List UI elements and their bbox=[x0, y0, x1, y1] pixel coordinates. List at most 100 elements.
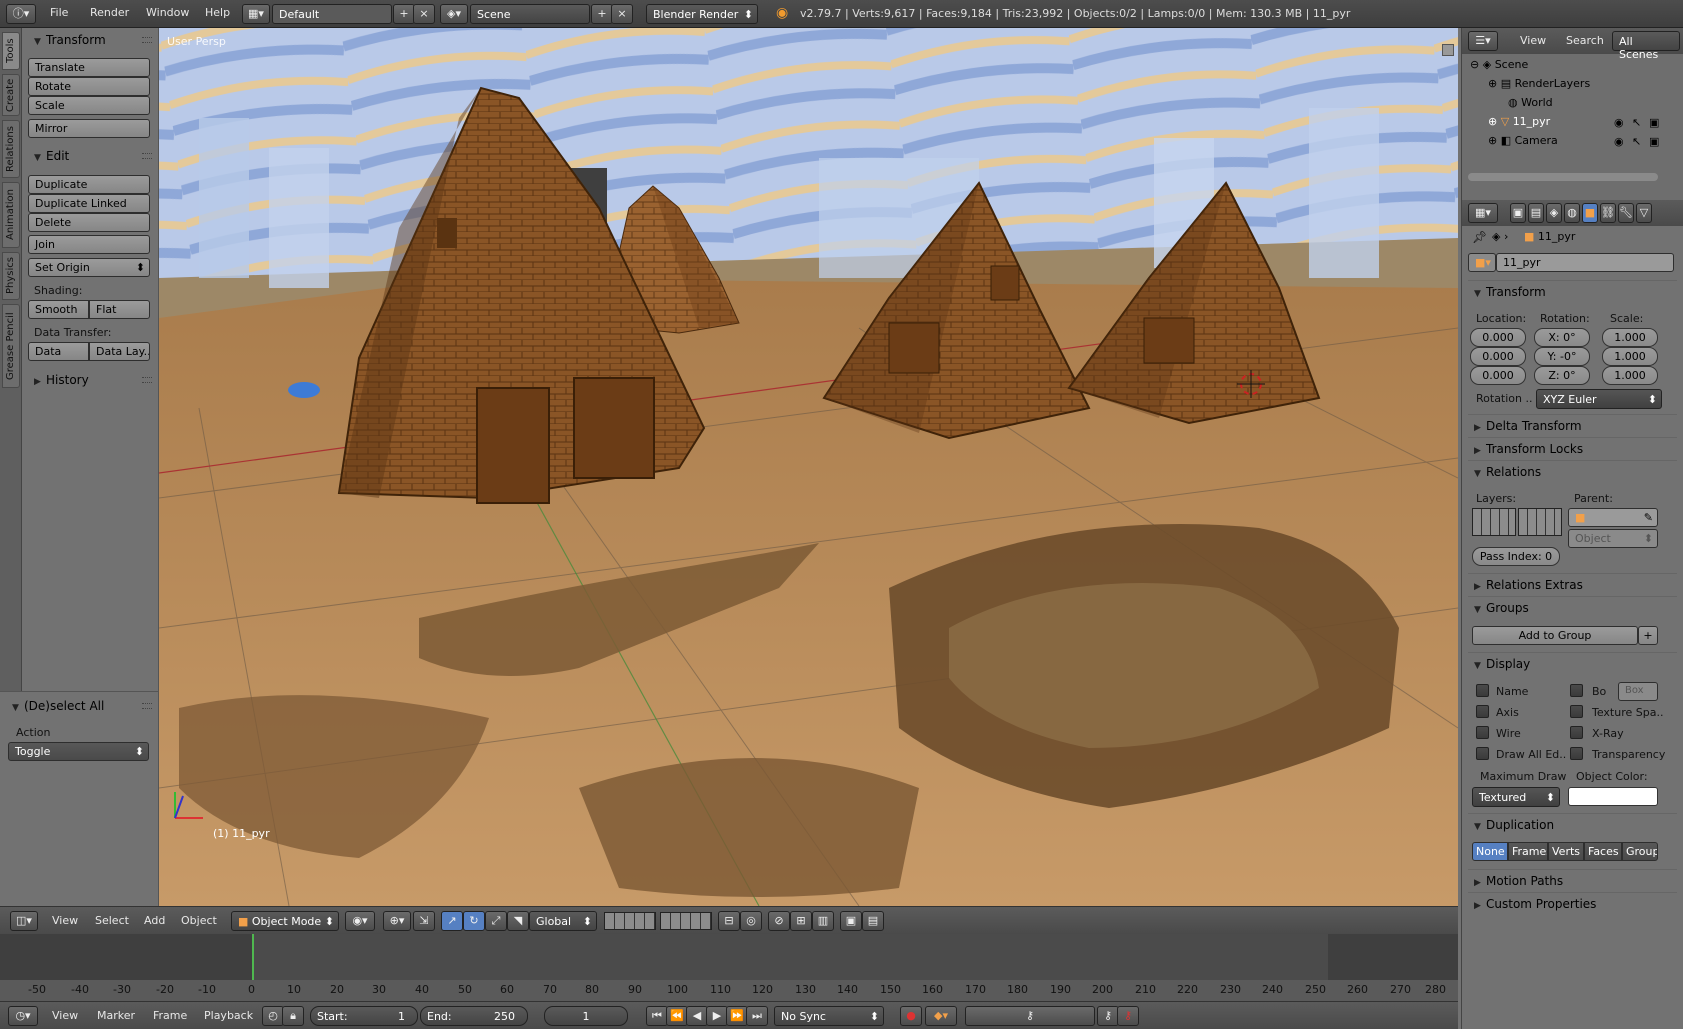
expand-icon[interactable]: ⊕ bbox=[1488, 115, 1501, 128]
menu-window[interactable]: Window bbox=[146, 6, 189, 19]
rotation-x-field[interactable]: X: 0° bbox=[1534, 328, 1590, 347]
history-panel-header[interactable]: ▶ History bbox=[26, 370, 154, 390]
object-tab-icon[interactable]: ■ bbox=[1582, 203, 1598, 223]
custom-properties-header[interactable]: ▶ Custom Properties bbox=[1468, 892, 1677, 914]
smooth-button[interactable]: Smooth bbox=[28, 300, 89, 319]
layer-lock-icon[interactable]: ⊟ bbox=[718, 911, 740, 931]
menu-marker[interactable]: Marker bbox=[97, 1009, 135, 1022]
properties-toggle-icon[interactable] bbox=[1442, 44, 1454, 56]
active-keying-set-field[interactable]: ⚷ bbox=[965, 1006, 1095, 1026]
visibility-eye-icon[interactable]: ◉ bbox=[1614, 135, 1624, 148]
transform-panel-header[interactable]: ▼ Transform bbox=[26, 30, 154, 50]
editor-type-timeline-icon[interactable]: ◷▾ bbox=[8, 1006, 38, 1026]
grip-icon[interactable] bbox=[142, 377, 152, 383]
layers-grid-a[interactable] bbox=[1472, 508, 1516, 536]
expand-icon[interactable]: ⊕ bbox=[1488, 77, 1501, 90]
transparency-checkbox[interactable] bbox=[1570, 747, 1583, 760]
bounds-type-dropdown[interactable]: Box bbox=[1618, 682, 1658, 701]
flat-button[interactable]: Flat bbox=[89, 300, 150, 319]
add-layout-icon[interactable]: + bbox=[393, 4, 415, 24]
tab-grease-pencil[interactable]: Grease Pencil bbox=[2, 304, 20, 388]
scale-x-field[interactable]: 1.000 bbox=[1602, 328, 1658, 347]
object-color-swatch[interactable] bbox=[1568, 787, 1658, 806]
scale-manipulator-icon[interactable]: ⤢ bbox=[485, 911, 507, 931]
dup-verts-button[interactable]: Verts bbox=[1548, 842, 1584, 861]
object-name-field[interactable]: 11_pyr bbox=[1496, 253, 1674, 272]
duplicate-button[interactable]: Duplicate bbox=[28, 175, 150, 194]
render-engine-selector[interactable]: Blender Render ⬍ bbox=[646, 4, 758, 24]
lock-range-icon[interactable]: 🔒︎ bbox=[282, 1006, 304, 1026]
keying-set-icon[interactable]: ◆▾ bbox=[925, 1006, 957, 1026]
relations-header[interactable]: ▼ Relations bbox=[1468, 460, 1677, 482]
wire-checkbox[interactable] bbox=[1476, 726, 1489, 739]
menu-file[interactable]: File bbox=[50, 6, 68, 19]
menu-render[interactable]: Render bbox=[90, 6, 129, 19]
sync-dropdown[interactable]: No Sync ⬍ bbox=[774, 1006, 884, 1026]
start-frame-field[interactable]: Start: 1 bbox=[310, 1006, 418, 1026]
grip-icon[interactable] bbox=[142, 153, 152, 159]
next-keyframe-icon[interactable]: ⏩ bbox=[726, 1006, 748, 1026]
editor-type-properties-icon[interactable]: ▦▾ bbox=[1468, 203, 1498, 223]
current-frame-marker[interactable] bbox=[252, 934, 254, 980]
tab-physics[interactable]: Physics bbox=[2, 252, 20, 300]
current-frame-field[interactable]: 1 bbox=[544, 1006, 628, 1026]
dup-none-button[interactable]: None bbox=[1472, 842, 1508, 861]
transform-locks-header[interactable]: ▶ Transform Locks bbox=[1468, 437, 1677, 459]
motion-paths-header[interactable]: ▶ Motion Paths bbox=[1468, 869, 1677, 891]
renderable-camera-icon[interactable]: ▣ bbox=[1649, 116, 1659, 129]
transform-panel-header[interactable]: ▼ Transform bbox=[1468, 280, 1677, 302]
tab-create[interactable]: Create bbox=[2, 74, 20, 116]
world-tab-icon[interactable]: ◍ bbox=[1564, 203, 1580, 223]
tab-relations[interactable]: Relations bbox=[2, 120, 20, 178]
render-opengl-icon[interactable]: ▣ bbox=[840, 911, 862, 931]
parent-type-dropdown[interactable]: Object ⬍ bbox=[1568, 529, 1658, 548]
location-y-field[interactable]: 0.000 bbox=[1470, 347, 1526, 366]
translate-button[interactable]: Translate bbox=[28, 58, 150, 77]
rotate-manipulator-icon[interactable]: ↻ bbox=[463, 911, 485, 931]
scene-icon[interactable]: ◈▾ bbox=[440, 4, 468, 24]
editor-type-info-button[interactable]: ⓘ▾ bbox=[6, 4, 36, 24]
renderlayers-tab-icon[interactable]: ▤ bbox=[1528, 203, 1544, 223]
duplicate-linked-button[interactable]: Duplicate Linked bbox=[28, 194, 150, 213]
visibility-eye-icon[interactable]: ◉ bbox=[1614, 116, 1624, 129]
editor-type-outliner-icon[interactable]: ☰▾ bbox=[1468, 31, 1498, 51]
duplication-header[interactable]: ▼ Duplication bbox=[1468, 813, 1677, 835]
texture-space-checkbox[interactable] bbox=[1570, 705, 1583, 718]
outliner-item-camera[interactable]: ⊕ ◧ Camera bbox=[1488, 134, 1558, 147]
delete-button[interactable]: Delete bbox=[28, 213, 150, 232]
selectable-arrow-icon[interactable]: ↖ bbox=[1632, 116, 1641, 129]
name-checkbox[interactable] bbox=[1476, 684, 1489, 697]
scale-z-field[interactable]: 1.000 bbox=[1602, 366, 1658, 385]
pivot-point-icon[interactable]: ⊕▾ bbox=[383, 911, 411, 931]
outliner-search-menu[interactable]: Search bbox=[1566, 34, 1604, 47]
snap-toggle-icon[interactable]: ⊘ bbox=[768, 911, 790, 931]
menu-view-timeline[interactable]: View bbox=[52, 1009, 78, 1022]
record-icon[interactable]: ● bbox=[900, 1006, 922, 1026]
tab-tools[interactable]: Tools bbox=[2, 32, 20, 70]
3d-viewport[interactable]: User Persp (1) 11_pyr bbox=[159, 28, 1458, 906]
data-tab-icon[interactable]: ▽ bbox=[1636, 203, 1652, 223]
pass-index-field[interactable]: Pass Index: 0 bbox=[1472, 547, 1560, 566]
action-dropdown[interactable]: Toggle ⬍ bbox=[8, 742, 149, 761]
outliner-item-world[interactable]: ◍ World bbox=[1508, 96, 1553, 109]
outliner-display-dropdown[interactable]: All Scenes bbox=[1612, 31, 1680, 61]
relations-extras-header[interactable]: ▶ Relations Extras bbox=[1468, 573, 1677, 595]
join-button[interactable]: Join bbox=[28, 235, 150, 254]
layers-grid-1[interactable] bbox=[604, 912, 656, 930]
insert-keyframe-icon[interactable]: ⚷ bbox=[1097, 1006, 1119, 1026]
grip-icon[interactable] bbox=[142, 703, 152, 709]
selectable-arrow-icon[interactable]: ↖ bbox=[1632, 135, 1641, 148]
add-scene-icon[interactable]: + bbox=[591, 4, 613, 24]
bounds-checkbox[interactable] bbox=[1570, 684, 1583, 697]
constraints-tab-icon[interactable]: ⛓ bbox=[1600, 203, 1616, 223]
data-layout-button[interactable]: Data Lay.. bbox=[89, 342, 150, 361]
end-frame-field[interactable]: End: 250 bbox=[420, 1006, 528, 1026]
set-origin-dropdown[interactable]: Set Origin ⬍ bbox=[28, 258, 150, 277]
play-reverse-icon[interactable]: ◀ bbox=[686, 1006, 708, 1026]
jump-start-icon[interactable]: ⏮ bbox=[646, 1006, 668, 1026]
mode-dropdown[interactable]: ■ Object Mode ⬍ bbox=[231, 911, 339, 931]
menu-object[interactable]: Object bbox=[181, 914, 217, 927]
manipulator-toggle-icon[interactable]: ⇲ bbox=[413, 911, 435, 931]
max-draw-dropdown[interactable]: Textured ⬍ bbox=[1472, 787, 1560, 807]
scale-y-field[interactable]: 1.000 bbox=[1602, 347, 1658, 366]
